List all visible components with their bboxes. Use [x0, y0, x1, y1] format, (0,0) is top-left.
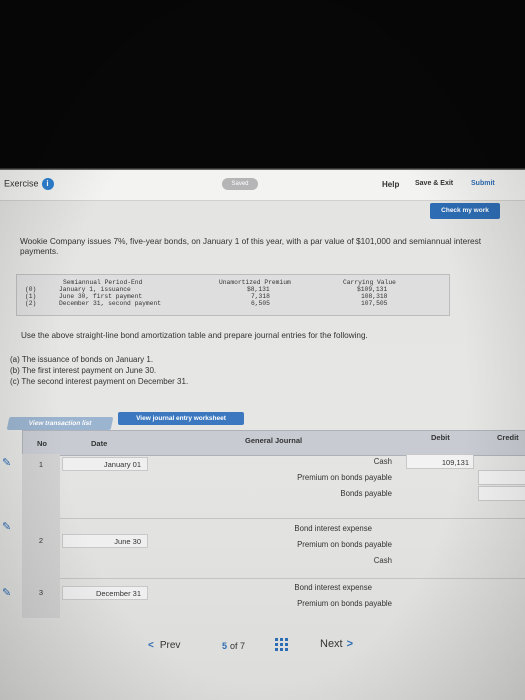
- top-bar: Exercise i Saved Help Save & Exit Submit: [0, 170, 525, 201]
- row-period: January 1, issuance: [59, 286, 131, 293]
- account-interest-expense[interactable]: Bond interest expense: [294, 580, 372, 595]
- part-a: (a) The issuance of bonds on January 1.: [10, 355, 154, 364]
- part-b: (b) The first interest payment on June 3…: [10, 366, 157, 375]
- view-transaction-list-tab[interactable]: View transaction list: [6, 417, 114, 430]
- journal-header: No Date General Journal Debit Credit: [22, 430, 525, 456]
- col-no: No: [37, 439, 47, 448]
- parts-list: (a) The issuance of bonds on January 1. …: [10, 354, 188, 387]
- row-period: June 30, first payment: [59, 293, 143, 300]
- account-premium[interactable]: Premium on bonds payable: [297, 537, 392, 552]
- account-premium[interactable]: Premium on bonds payable: [297, 596, 392, 611]
- exercise-label: Exercise i: [4, 178, 54, 190]
- row-num: (1): [25, 293, 37, 300]
- next-label: Next: [320, 638, 343, 650]
- exercise-text: Exercise: [4, 178, 39, 189]
- page-indicator: 5 of 7: [222, 641, 245, 651]
- row-num: (2): [25, 300, 37, 307]
- row-number: 2: [22, 518, 60, 578]
- row-premium: 6,505: [251, 300, 270, 307]
- date-cell[interactable]: June 30: [62, 534, 148, 548]
- header-carrying: Carrying Value: [343, 279, 396, 286]
- pagination: < Prev 5 of 7 Next >: [0, 630, 525, 670]
- account-bonds-payable[interactable]: Bonds payable: [340, 486, 392, 501]
- monitor-bezel: [0, 0, 525, 168]
- general-journal-cell: Bond interest expense Premium on bonds p…: [160, 518, 398, 578]
- col-credit: Credit: [497, 433, 519, 442]
- table-row: ✎ 3 December 31 Bond interest expense Pr…: [2, 578, 525, 618]
- date-cell[interactable]: January 01: [62, 457, 148, 471]
- col-general-journal: General Journal: [245, 436, 303, 445]
- current-page: 5: [222, 641, 228, 651]
- row-period: December 31, second payment: [59, 300, 162, 307]
- table-row: ✎ 2 June 30 Bond interest expense Premiu…: [2, 518, 525, 579]
- debit-cell[interactable]: 109,131: [406, 454, 474, 469]
- edit-pencil-icon[interactable]: ✎: [2, 456, 11, 469]
- chevron-right-icon: >: [346, 638, 354, 650]
- date-cell[interactable]: December 31: [62, 586, 148, 600]
- chevron-left-icon: <: [148, 640, 154, 651]
- help-link[interactable]: Help: [382, 180, 399, 189]
- row-carrying: 108,318: [361, 293, 388, 300]
- table-row: ✎ 1 January 01 Cash Premium on bonds pay…: [2, 454, 525, 519]
- col-date: Date: [91, 439, 108, 448]
- account-interest-expense[interactable]: Bond interest expense: [294, 521, 372, 536]
- header-premium: Unamortized Premium: [219, 279, 291, 286]
- account-cash[interactable]: Cash: [374, 553, 392, 568]
- credit-cell[interactable]: 10: [478, 486, 525, 501]
- photo-of-screen: Exercise i Saved Help Save & Exit Submit …: [0, 0, 525, 700]
- view-journal-worksheet-tab[interactable]: View journal entry worksheet: [118, 412, 244, 425]
- col-debit: Debit: [431, 433, 450, 442]
- row-carrying: 107,505: [361, 300, 388, 307]
- prev-button[interactable]: < Prev: [148, 640, 180, 651]
- check-my-work-button[interactable]: Check my work: [430, 203, 500, 219]
- row-premium: $8,131: [247, 286, 270, 293]
- journal-table: No Date General Journal Debit Credit ✎ 1…: [0, 430, 525, 618]
- save-exit-link[interactable]: Save & Exit: [415, 180, 453, 187]
- info-icon[interactable]: i: [41, 178, 54, 190]
- credit-cell[interactable]: [478, 470, 525, 485]
- row-num: (0): [25, 286, 37, 293]
- instructions: Use the above straight-line bond amortiz…: [21, 331, 368, 340]
- edit-pencil-icon[interactable]: ✎: [2, 520, 11, 533]
- edit-pencil-icon[interactable]: ✎: [2, 586, 11, 599]
- amortization-table: Semiannual Period-End Unamortized Premiu…: [16, 274, 450, 316]
- row-number: 3: [22, 578, 60, 618]
- grid-icon[interactable]: [275, 638, 288, 651]
- saved-badge: Saved: [222, 178, 258, 190]
- row-premium: 7,318: [251, 293, 270, 300]
- problem-statement: Wookie Company issues 7%, five-year bond…: [20, 236, 482, 256]
- row-carrying: $109,131: [357, 286, 388, 293]
- next-button[interactable]: Next >: [320, 638, 353, 650]
- account-premium[interactable]: Premium on bonds payable: [297, 470, 392, 485]
- page-total: of 7: [230, 641, 246, 651]
- general-journal-cell: Bond interest expense Premium on bonds p…: [160, 578, 398, 618]
- prev-label: Prev: [159, 640, 181, 651]
- row-number: 1: [22, 454, 60, 518]
- header-period: Semiannual Period-End: [63, 279, 143, 286]
- general-journal-cell: Cash Premium on bonds payable Bonds paya…: [160, 454, 398, 518]
- submit-link[interactable]: Submit: [471, 180, 495, 187]
- part-c: (c) The second interest payment on Decem…: [10, 377, 189, 386]
- account-cash[interactable]: Cash: [374, 454, 392, 469]
